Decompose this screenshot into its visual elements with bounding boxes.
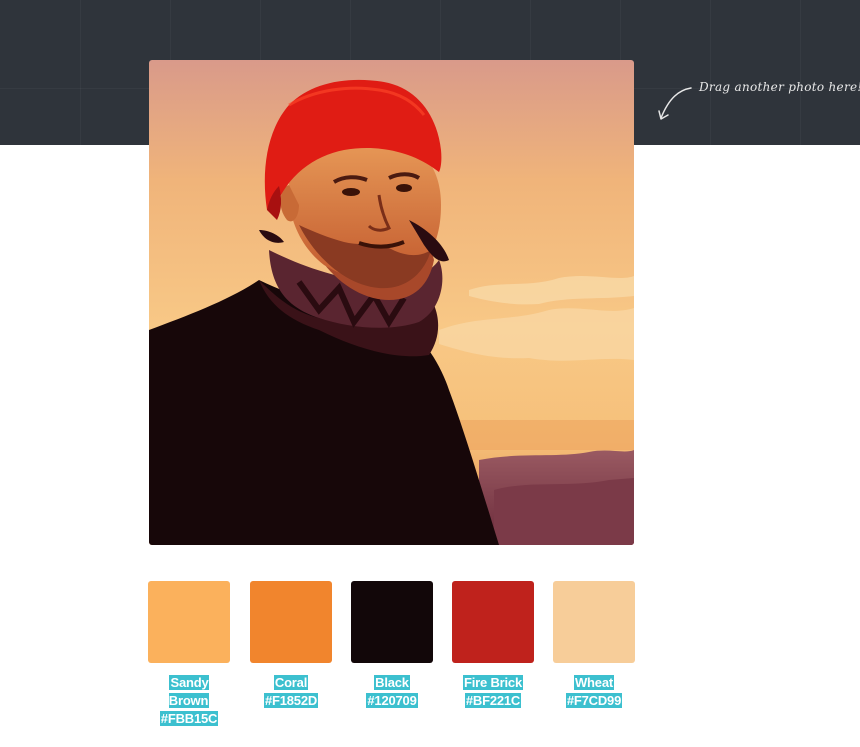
color-chip[interactable]: [351, 581, 433, 663]
swatch-sandy-brown[interactable]: Sandy Brown #FBB15C: [148, 581, 230, 728]
swatch-label: Coral #F1852D: [250, 674, 332, 710]
swatch-label: Wheat #F7CD99: [553, 674, 635, 710]
swatch-wheat[interactable]: Wheat #F7CD99: [553, 581, 635, 710]
portrait-photo: [149, 60, 634, 545]
color-hex: #BF221C: [464, 693, 522, 708]
color-hex: #120709: [366, 693, 418, 708]
swatch-black[interactable]: Black #120709: [351, 581, 433, 710]
swatch-label: Fire Brick #BF221C: [452, 674, 534, 710]
swatch-fire-brick[interactable]: Fire Brick #BF221C: [452, 581, 534, 710]
drag-hint: Drag another photo here!: [655, 80, 860, 128]
color-hex: #FBB15C: [159, 711, 219, 726]
color-chip[interactable]: [148, 581, 230, 663]
color-chip[interactable]: [250, 581, 332, 663]
color-chip[interactable]: [553, 581, 635, 663]
color-palette: Sandy Brown #FBB15C Coral #F1852D Black …: [148, 581, 635, 726]
swatch-label: Sandy Brown #FBB15C: [148, 674, 230, 728]
color-name: Fire Brick: [463, 675, 523, 690]
photo-dropzone[interactable]: [149, 60, 634, 545]
color-name: Coral: [273, 675, 309, 690]
swatch-coral[interactable]: Coral #F1852D: [250, 581, 332, 710]
color-hex: #F1852D: [263, 693, 319, 708]
color-name: Sandy Brown: [168, 675, 210, 708]
curved-arrow-icon: [658, 87, 692, 120]
drag-hint-text: Drag another photo here!: [699, 80, 860, 94]
color-hex: #F7CD99: [565, 693, 623, 708]
color-name: Wheat: [573, 675, 614, 690]
color-name: Black: [374, 675, 410, 690]
color-chip[interactable]: [452, 581, 534, 663]
swatch-label: Black #120709: [351, 674, 433, 710]
